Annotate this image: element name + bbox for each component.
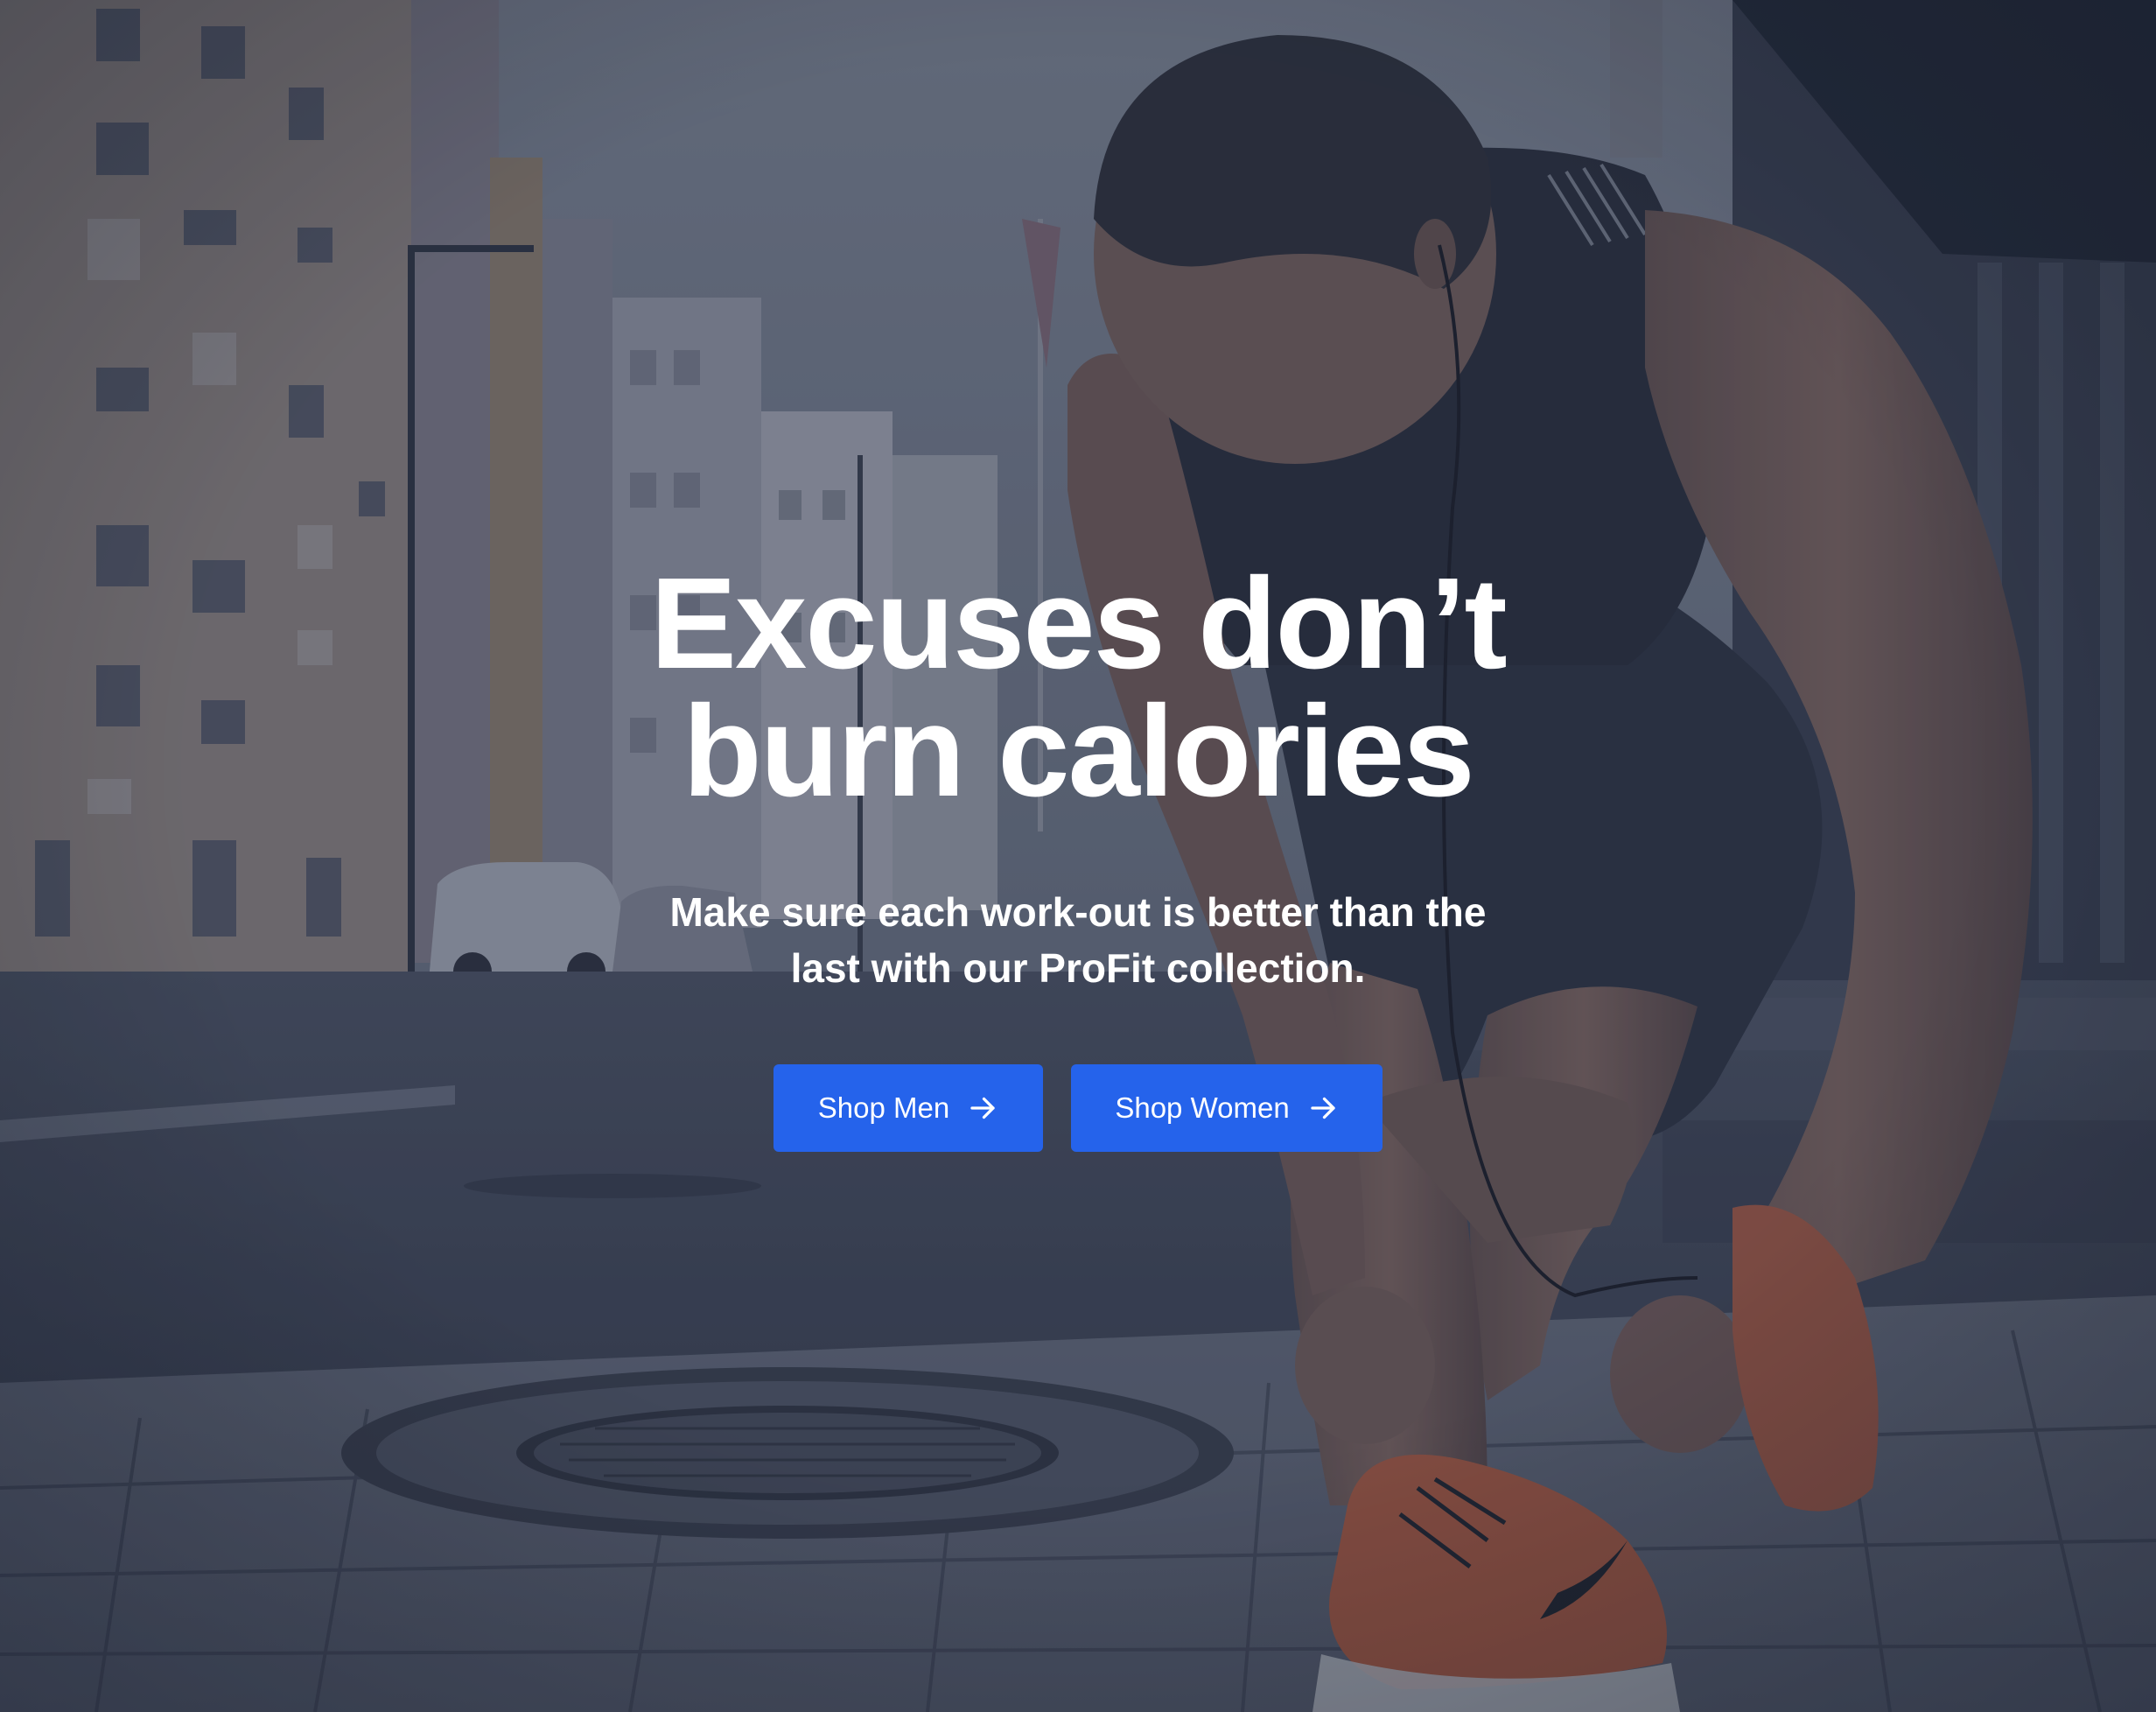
hero-section: Excuses don’t burn calories Make sure ea… (0, 0, 2156, 1712)
hero-headline: Excuses don’t burn calories (422, 551, 1734, 824)
shop-men-button[interactable]: Shop Men (774, 1064, 1043, 1152)
hero-subtext-line: Make sure each work-out is better than t… (669, 889, 1487, 935)
shop-women-button-label: Shop Women (1115, 1091, 1290, 1124)
hero-subtext: Make sure each work-out is better than t… (597, 884, 1559, 996)
hero-headline-line: burn calories (682, 679, 1474, 824)
hero-headline-line: Excuses don’t (650, 551, 1507, 696)
shop-women-button[interactable]: Shop Women (1071, 1064, 1382, 1152)
arrow-right-icon (1311, 1097, 1335, 1119)
hero-content: Excuses don’t burn calories Make sure ea… (0, 0, 2156, 1712)
arrow-right-icon (970, 1097, 995, 1119)
shop-men-button-label: Shop Men (817, 1091, 950, 1124)
hero-subtext-line: last with our ProFit collection. (790, 945, 1366, 991)
